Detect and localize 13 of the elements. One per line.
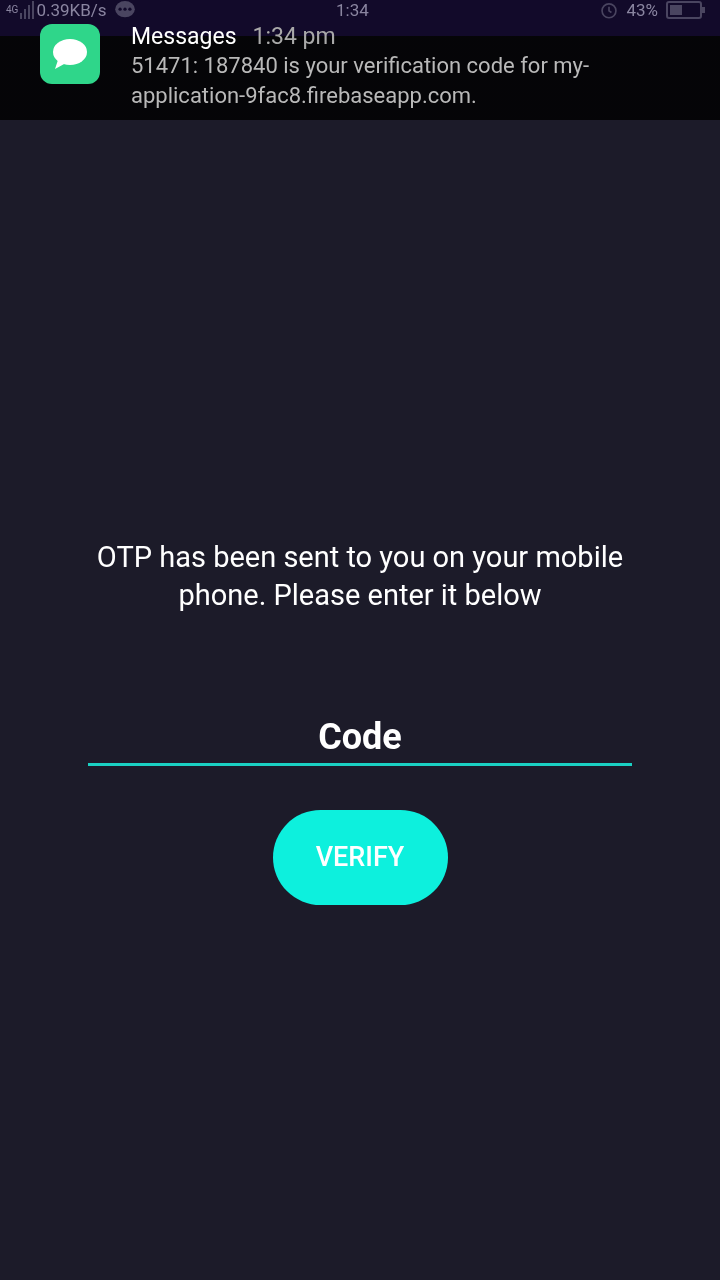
battery-percent: 43% — [626, 1, 658, 19]
signal-icon — [20, 1, 35, 19]
notification-message: 51471: 187840 is your verification code for my-application-9fac8.firebaseapp.com. — [131, 52, 591, 110]
code-field[interactable]: Code — [88, 710, 632, 766]
alarm-icon — [600, 1, 619, 19]
notification-time: 1:34 pm — [252, 22, 336, 52]
clock-time: 1:34 — [336, 1, 369, 19]
network-speed: 0.39KB/s — [36, 1, 107, 19]
network-label: 4G — [6, 5, 19, 15]
instruction-text: OTP has been sent to you on your mobile phone. Please enter it below — [95, 539, 625, 614]
messages-app-icon — [40, 24, 100, 84]
notification-app-name: Messages — [131, 22, 237, 52]
battery-icon — [666, 1, 706, 19]
